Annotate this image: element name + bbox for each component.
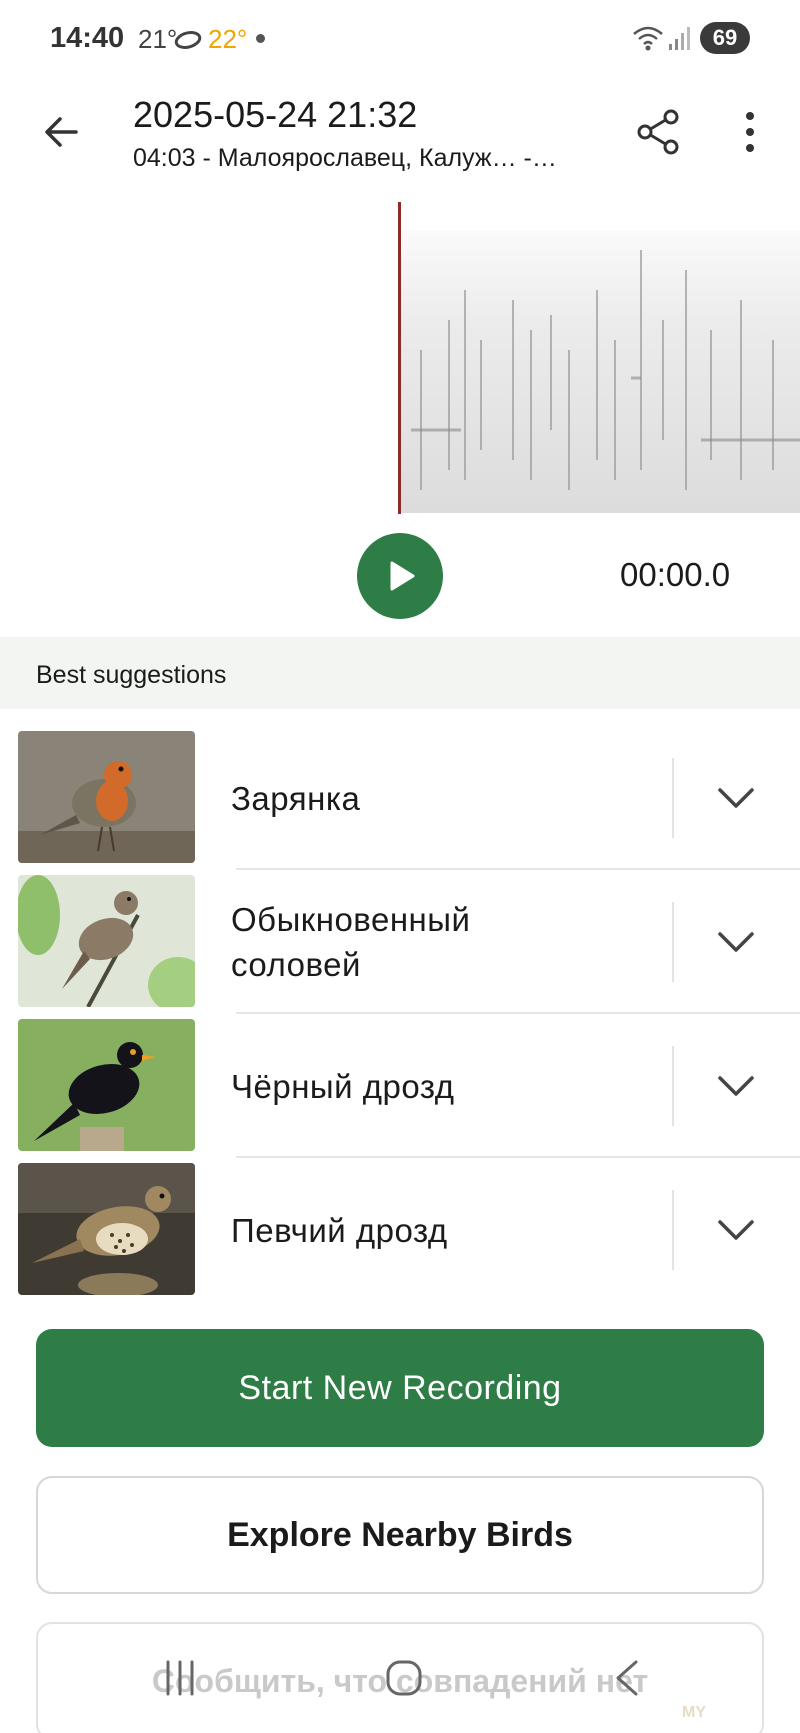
wifi-icon [633,26,663,51]
chevron-down-icon[interactable] [712,1062,760,1110]
battery-icon: 69 [700,22,750,54]
nav-back-icon[interactable] [612,1658,642,1698]
robin-photo [18,731,195,863]
status-time: 14:40 [50,22,125,54]
spectrogram-area[interactable] [0,200,800,518]
recording-title: 2025-05-24 21:32 [133,94,418,135]
species-name: Зарянка [231,780,361,817]
suggestions-header: Best suggestions [0,637,800,709]
play-icon [390,561,415,591]
chevron-down-icon[interactable] [712,1206,760,1254]
share-icon[interactable] [632,106,684,158]
watermark: MY [682,1704,706,1721]
divider [672,758,674,838]
nightingale-photo [18,875,195,1007]
suggestion-item[interactable]: Зарянка [0,730,800,874]
song-thrush-photo [18,1163,195,1295]
spectrogram [401,230,800,513]
arrow-left-icon[interactable] [36,106,88,158]
row-divider [236,1156,800,1158]
divider [672,1046,674,1126]
app-bar: 2025-05-24 21:32 04:03 - Малоярославец, … [0,80,800,200]
chevron-down-icon[interactable] [712,918,760,966]
start-new-recording-button[interactable]: Start New Recording [36,1329,764,1447]
home-icon[interactable] [384,1658,424,1698]
signal-icon [669,27,690,50]
divider [672,1190,674,1270]
species-name: Чёрный дрозд [231,1068,455,1105]
row-divider [236,1012,800,1014]
play-button[interactable] [357,533,443,619]
suggestion-item[interactable]: Чёрный дрозд [0,1018,800,1162]
divider [672,902,674,982]
system-nav-bar: MY [0,1640,800,1733]
weather-temp-forecast: 22° [208,24,248,54]
chevron-down-icon[interactable] [712,774,760,822]
suggestion-item[interactable]: Певчий дрозд [0,1162,800,1306]
row-divider [236,868,800,870]
weather-icon [174,31,202,49]
recent-apps-icon[interactable] [160,1658,200,1698]
suggestions-title: Best suggestions [36,661,227,689]
species-name: Обыкновенный соловей [231,901,471,983]
notification-dot-icon [256,34,265,43]
weather-temp: 21° [138,24,178,54]
suggestion-item[interactable]: Обыкновенный соловей [0,874,800,1018]
more-vertical-icon[interactable] [728,106,772,158]
status-bar: 14:40 21° 22° 69 [0,0,800,80]
recording-subtitle: 04:03 - Малоярославец, Калуж… -… [133,144,557,172]
species-name: Певчий дрозд [231,1212,448,1249]
playback-time: 00:00.0 [620,556,731,593]
explore-nearby-birds-button[interactable]: Explore Nearby Birds [36,1476,764,1594]
blackbird-photo [18,1019,195,1151]
